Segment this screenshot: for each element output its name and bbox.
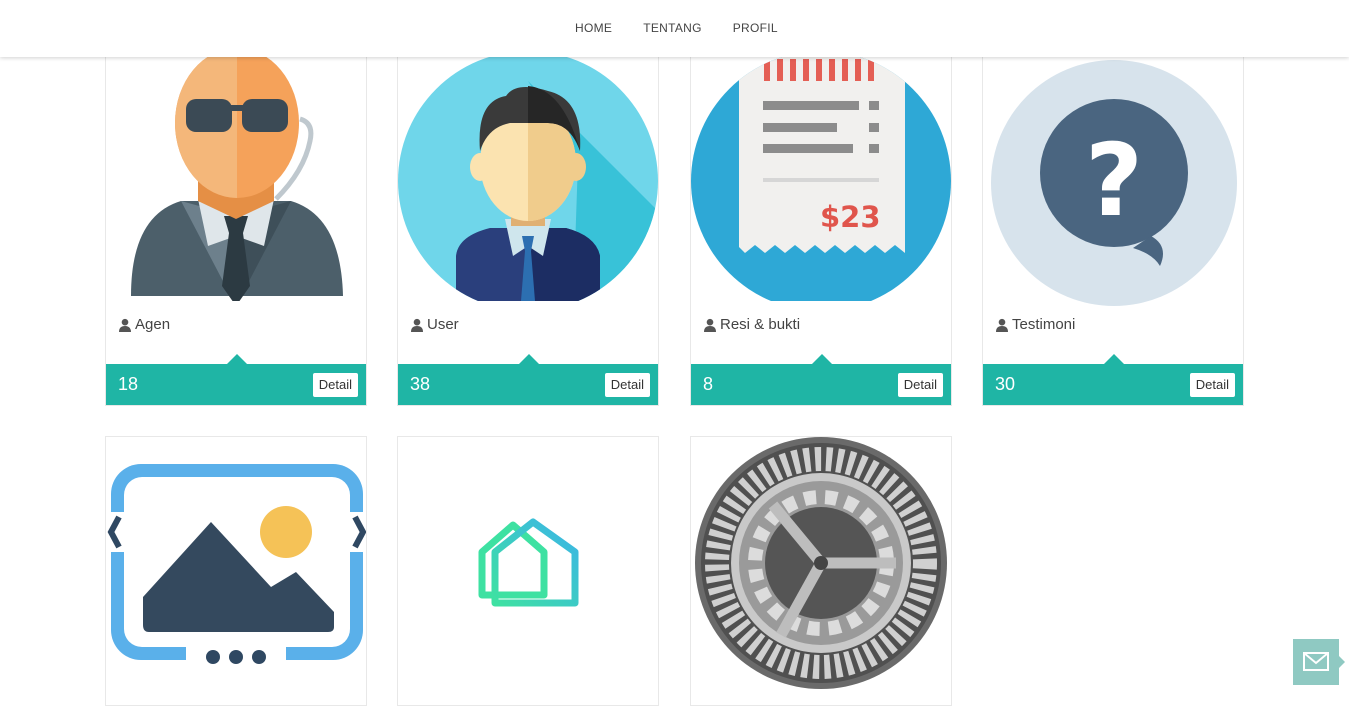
message-button[interactable] xyxy=(1293,639,1345,685)
pointer-arrow xyxy=(519,354,539,364)
card-label: Testimoni xyxy=(1012,316,1076,333)
receipt-icon: $23 xyxy=(691,41,951,307)
home-icon xyxy=(398,437,658,703)
detail-button[interactable]: Detail xyxy=(1189,373,1235,397)
card-count: 18 xyxy=(118,374,139,394)
nav-menu: HOME TENTANG PROFIL xyxy=(575,21,778,35)
pointer-arrow xyxy=(812,354,832,364)
pointer-arrow xyxy=(1104,354,1124,364)
tile-home[interactable] xyxy=(397,436,659,706)
tile-gallery[interactable] xyxy=(105,436,367,706)
user-icon xyxy=(410,318,424,332)
receipt-amount: $23 xyxy=(820,200,881,234)
card-footer: 8 Detail xyxy=(691,364,951,405)
detail-button[interactable]: Detail xyxy=(604,373,650,397)
image-gallery-icon xyxy=(106,437,366,703)
card-footer: 30 Detail xyxy=(983,364,1243,405)
card-testimoni: ? Testimoni 30 Detail xyxy=(982,40,1244,406)
top-navbar: HOME TENTANG PROFIL xyxy=(0,0,1349,57)
detail-button[interactable]: Detail xyxy=(312,373,358,397)
card-footer: 38 Detail xyxy=(398,364,658,405)
envelope-icon xyxy=(1303,652,1329,671)
card-label: Agen xyxy=(135,316,171,333)
settings-gear-icon xyxy=(691,437,951,703)
card-resi: $23 Resi & bukti 8 Detail xyxy=(690,40,952,406)
card-label: User xyxy=(427,316,459,333)
user-icon xyxy=(703,318,717,332)
nav-tentang[interactable]: TENTANG xyxy=(643,21,702,35)
card-count: 38 xyxy=(410,374,431,394)
detail-button[interactable]: Detail xyxy=(897,373,943,397)
svg-text:?: ? xyxy=(1085,122,1143,239)
security-agent-icon xyxy=(106,41,366,307)
card-footer: 18 Detail xyxy=(106,364,366,405)
card-count: 8 xyxy=(703,374,714,394)
card-label: Resi & bukti xyxy=(720,316,801,333)
card-count: 30 xyxy=(995,374,1016,394)
user-icon xyxy=(995,318,1009,332)
user-icon xyxy=(118,318,132,332)
nav-home[interactable]: HOME xyxy=(575,21,612,35)
tile-settings[interactable] xyxy=(690,436,952,706)
businessman-icon xyxy=(398,41,658,307)
nav-profil[interactable]: PROFIL xyxy=(733,21,778,35)
pointer-arrow xyxy=(227,354,247,364)
question-bubble-icon: ? xyxy=(983,41,1243,307)
card-agen: Agen 18 Detail xyxy=(105,40,367,406)
card-user: User 38 Detail xyxy=(397,40,659,406)
